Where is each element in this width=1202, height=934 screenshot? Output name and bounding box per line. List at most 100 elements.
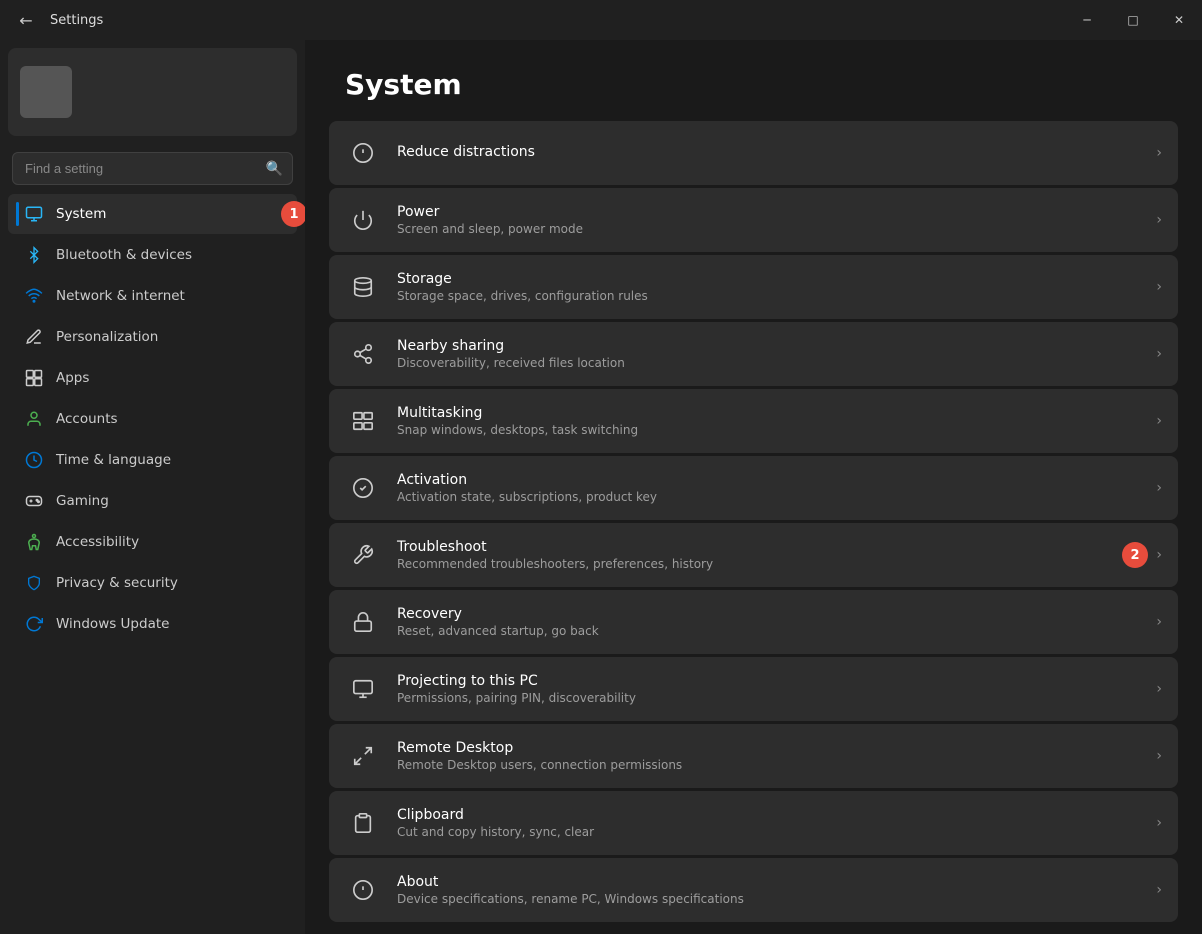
settings-item-nearby-sharing[interactable]: Nearby sharing Discoverability, received… <box>329 322 1178 386</box>
system-icon <box>24 204 44 224</box>
maximize-button[interactable]: □ <box>1110 0 1156 40</box>
chevron-right-icon: › <box>1156 145 1162 161</box>
app-title: Settings <box>50 13 103 28</box>
item-desc: Activation state, subscriptions, product… <box>397 490 1140 504</box>
window-controls: ─ □ ✕ <box>1064 0 1202 40</box>
chevron-right-icon: › <box>1156 346 1162 362</box>
settings-item-activation[interactable]: Activation Activation state, subscriptio… <box>329 456 1178 520</box>
sidebar-item-system[interactable]: System 1 <box>8 194 297 234</box>
sidebar-item-label: Privacy & security <box>56 575 178 591</box>
projecting-icon <box>345 671 381 707</box>
power-icon <box>345 202 381 238</box>
sidebar: 🔍 System 1 <box>0 40 305 934</box>
bluetooth-icon <box>24 245 44 265</box>
multitasking-icon <box>345 403 381 439</box>
sidebar-item-update[interactable]: Windows Update <box>8 604 297 644</box>
sidebar-item-label: Gaming <box>56 493 109 509</box>
time-icon <box>24 450 44 470</box>
settings-item-recovery[interactable]: Recovery Reset, advanced startup, go bac… <box>329 590 1178 654</box>
avatar <box>20 66 72 118</box>
item-title: Storage <box>397 271 1140 287</box>
item-text: About Device specifications, rename PC, … <box>397 874 1140 906</box>
item-title: Reduce distractions <box>397 144 1140 160</box>
chevron-right-icon: › <box>1156 212 1162 228</box>
item-title: Troubleshoot <box>397 539 1140 555</box>
item-desc: Discoverability, received files location <box>397 356 1140 370</box>
item-text: Troubleshoot Recommended troubleshooters… <box>397 539 1140 571</box>
item-title: Multitasking <box>397 405 1140 421</box>
item-text: Nearby sharing Discoverability, received… <box>397 338 1140 370</box>
item-title: Projecting to this PC <box>397 673 1140 689</box>
settings-item-multitasking[interactable]: Multitasking Snap windows, desktops, tas… <box>329 389 1178 453</box>
sidebar-item-privacy[interactable]: Privacy & security <box>8 563 297 603</box>
item-text: Multitasking Snap windows, desktops, tas… <box>397 405 1140 437</box>
user-profile[interactable] <box>8 48 297 136</box>
item-desc: Remote Desktop users, connection permiss… <box>397 758 1140 772</box>
sidebar-item-time[interactable]: Time & language <box>8 440 297 480</box>
remote-desktop-icon <box>345 738 381 774</box>
item-text: Clipboard Cut and copy history, sync, cl… <box>397 807 1140 839</box>
sidebar-item-label: Apps <box>56 370 89 386</box>
gaming-icon <box>24 491 44 511</box>
sidebar-item-label: Accounts <box>56 411 118 427</box>
nav-list: System 1 Bluetooth & devices <box>0 193 305 645</box>
settings-item-reduce-distractions[interactable]: Reduce distractions › <box>329 121 1178 185</box>
clipboard-icon <box>345 805 381 841</box>
privacy-icon <box>24 573 44 593</box>
chevron-right-icon: › <box>1156 279 1162 295</box>
sidebar-item-network[interactable]: Network & internet <box>8 276 297 316</box>
network-icon <box>24 286 44 306</box>
annotation-badge-1: 1 <box>281 201 305 227</box>
search-icon: 🔍 <box>266 161 283 177</box>
titlebar: ← Settings ─ □ ✕ <box>0 0 1202 40</box>
sidebar-item-label: Windows Update <box>56 616 169 632</box>
nearby-sharing-icon <box>345 336 381 372</box>
sidebar-item-personalization[interactable]: Personalization <box>8 317 297 357</box>
settings-item-projecting[interactable]: Projecting to this PC Permissions, pairi… <box>329 657 1178 721</box>
settings-item-storage[interactable]: Storage Storage space, drives, configura… <box>329 255 1178 319</box>
about-icon <box>345 872 381 908</box>
item-title: Clipboard <box>397 807 1140 823</box>
personalization-icon <box>24 327 44 347</box>
recovery-icon <box>345 604 381 640</box>
settings-list: Reduce distractions › Power Screen and s… <box>305 121 1202 922</box>
item-text: Storage Storage space, drives, configura… <box>397 271 1140 303</box>
item-text: Projecting to this PC Permissions, pairi… <box>397 673 1140 705</box>
sidebar-item-accounts[interactable]: Accounts <box>8 399 297 439</box>
storage-icon <box>345 269 381 305</box>
item-text: Recovery Reset, advanced startup, go bac… <box>397 606 1140 638</box>
sidebar-item-label: System <box>56 206 106 222</box>
item-desc: Screen and sleep, power mode <box>397 222 1140 236</box>
chevron-right-icon: › <box>1156 413 1162 429</box>
item-title: Recovery <box>397 606 1140 622</box>
sidebar-item-apps[interactable]: Apps <box>8 358 297 398</box>
sidebar-item-label: Accessibility <box>56 534 139 550</box>
reduce-distractions-icon <box>345 135 381 171</box>
activation-icon <box>345 470 381 506</box>
item-text: Activation Activation state, subscriptio… <box>397 472 1140 504</box>
search-input[interactable] <box>12 152 293 185</box>
settings-item-power[interactable]: Power Screen and sleep, power mode › <box>329 188 1178 252</box>
item-desc: Storage space, drives, configuration rul… <box>397 289 1140 303</box>
sidebar-item-gaming[interactable]: Gaming <box>8 481 297 521</box>
accounts-icon <box>24 409 44 429</box>
page-title: System <box>305 40 1202 121</box>
item-desc: Reset, advanced startup, go back <box>397 624 1140 638</box>
settings-item-about[interactable]: About Device specifications, rename PC, … <box>329 858 1178 922</box>
sidebar-item-accessibility[interactable]: Accessibility <box>8 522 297 562</box>
back-button[interactable]: ← <box>12 6 40 34</box>
item-desc: Permissions, pairing PIN, discoverabilit… <box>397 691 1140 705</box>
minimize-button[interactable]: ─ <box>1064 0 1110 40</box>
sidebar-item-bluetooth[interactable]: Bluetooth & devices <box>8 235 297 275</box>
chevron-right-icon: › <box>1156 480 1162 496</box>
main-content: System Reduce distractions › <box>305 40 1202 934</box>
close-button[interactable]: ✕ <box>1156 0 1202 40</box>
sidebar-item-label: Time & language <box>56 452 171 468</box>
item-title: About <box>397 874 1140 890</box>
annotation-badge-2: 2 <box>1122 542 1148 568</box>
settings-item-troubleshoot[interactable]: Troubleshoot Recommended troubleshooters… <box>329 523 1178 587</box>
chevron-right-icon: › <box>1156 547 1162 563</box>
settings-item-clipboard[interactable]: Clipboard Cut and copy history, sync, cl… <box>329 791 1178 855</box>
settings-item-remote-desktop[interactable]: Remote Desktop Remote Desktop users, con… <box>329 724 1178 788</box>
item-desc: Cut and copy history, sync, clear <box>397 825 1140 839</box>
